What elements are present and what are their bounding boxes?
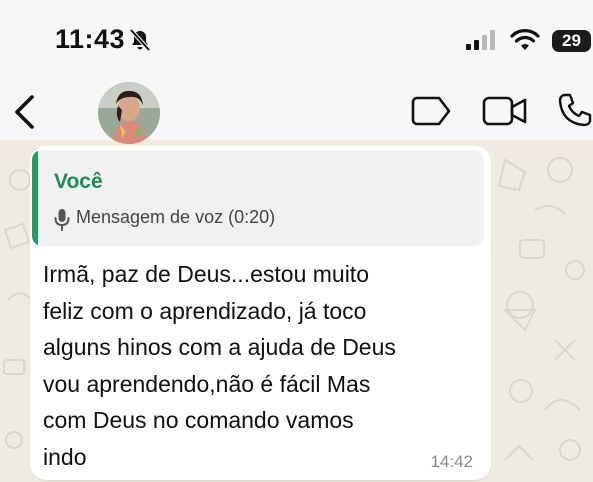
quoted-message[interactable]: Você Mensagem de voz (0:20): [32, 150, 484, 246]
status-bar: 11:43 29: [0, 0, 593, 80]
quoted-author: Você: [54, 170, 103, 193]
label-icon[interactable]: [410, 95, 452, 132]
message-timestamp: 14:42: [430, 452, 473, 471]
phone-call-icon[interactable]: [556, 92, 593, 133]
video-call-icon[interactable]: [482, 94, 528, 133]
avatar[interactable]: [98, 82, 160, 144]
back-icon[interactable]: [12, 94, 38, 135]
signal-icon: [466, 30, 498, 55]
battery-icon: 29: [552, 30, 591, 52]
bell-off-icon: [128, 28, 152, 57]
quoted-text: Mensagem de voz (0:20): [76, 207, 276, 227]
message-text: Irmã, paz de Deus...estou muito feliz co…: [43, 261, 396, 470]
wifi-icon: [510, 29, 540, 56]
quote-accent-bar: [32, 150, 38, 246]
status-time: 11:43: [55, 24, 126, 54]
message-bubble[interactable]: Você Mensagem de voz (0:20) Irmã, paz de…: [30, 146, 491, 480]
microphone-icon: [54, 208, 70, 237]
chat-header: [0, 80, 593, 144]
